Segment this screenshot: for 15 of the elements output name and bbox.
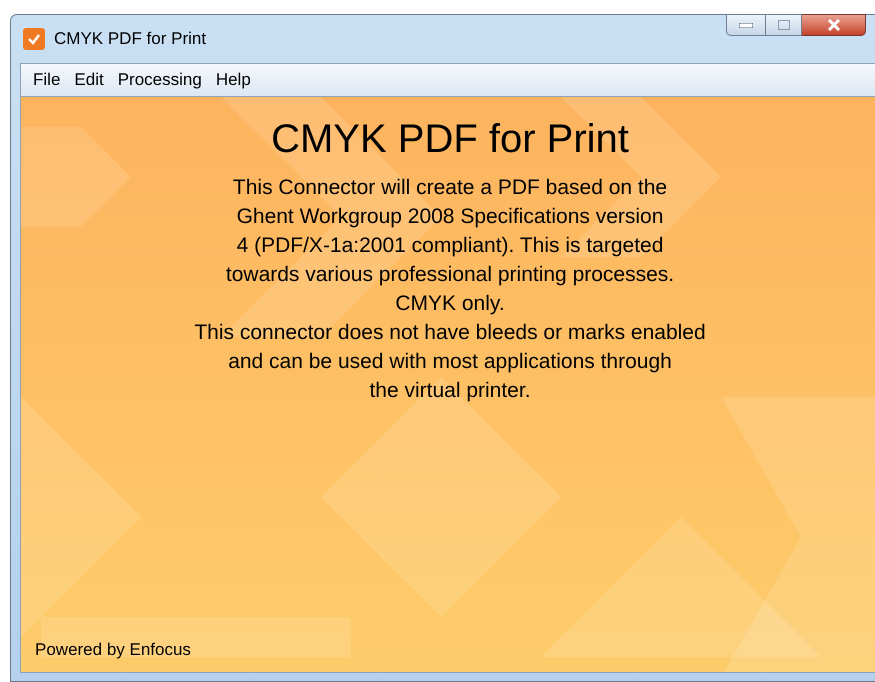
maximize-icon — [778, 20, 790, 30]
description-text: This Connector will create a PDF based on the Ghent Workgroup 2008 Specifications version 4 (PDF/X-1a:2001 compliant). This is targeted towards various professional printing processes. CMYK only. This connector does not have bleeds or marks enabled and can be used with most applications through the virtual printer. — [194, 175, 706, 404]
window-title: CMYK PDF for Print — [54, 28, 206, 50]
menu-item[interactable]: Help — [210, 67, 257, 93]
footer-text: Powered by Enfocus — [35, 638, 191, 660]
minimize-icon — [739, 22, 753, 28]
close-icon — [826, 19, 840, 31]
menu-item[interactable]: Edit — [68, 67, 110, 93]
page-heading: CMYK PDF for Print — [271, 116, 629, 163]
app-logo-icon — [23, 28, 45, 50]
menu-item[interactable]: Processing — [112, 67, 208, 93]
minimize-button[interactable] — [726, 14, 766, 36]
maximize-button[interactable] — [766, 14, 802, 36]
close-button[interactable] — [802, 14, 866, 36]
menu-item[interactable]: File — [27, 67, 66, 93]
